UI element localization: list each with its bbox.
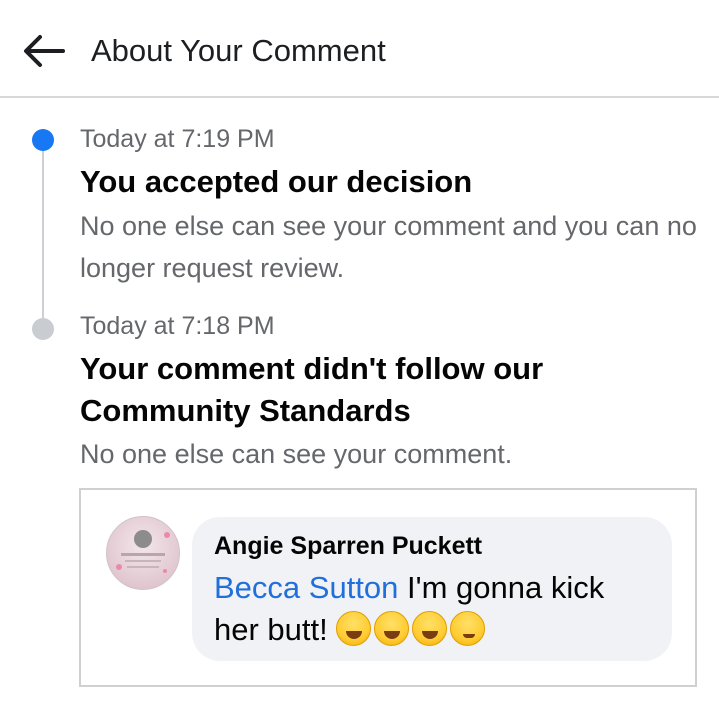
avatar [106,516,180,590]
winking-face-icon [450,611,486,646]
grinning-face-with-sweat-icon [412,611,448,646]
timeline-dot-active [32,129,54,151]
comment-bubble: Angie Sparren Puckett Becca Sutton I'm g… [192,517,672,661]
face-with-tears-of-joy-icon [336,611,372,646]
avatar-image-icon [116,530,170,573]
emoji-group [336,611,486,646]
event-timestamp: Today at 7:18 PM [80,312,275,340]
event-description: No one else can see your comment. [80,439,513,469]
mention-link[interactable]: Becca Sutton [214,570,398,605]
event-title: Your comment didn't follow our Community… [80,351,544,428]
event-description: No one else can see your comment and you… [80,211,697,283]
page-title: About Your Comment [91,33,386,68]
comment-author[interactable]: Angie Sparren Puckett [214,529,482,563]
back-button[interactable] [18,28,68,74]
event-timestamp: Today at 7:19 PM [80,125,275,153]
timeline-dot-past [32,318,54,340]
timeline-connector [42,150,44,318]
event-title: You accepted our decision [80,164,473,199]
app-header: About Your Comment [0,0,719,98]
comment-text: Becca Sutton I'm gonna kick her butt! [214,567,654,651]
comment-preview: Angie Sparren Puckett Becca Sutton I'm g… [79,488,697,687]
grinning-squinting-face-icon [374,611,410,646]
arrow-left-icon [24,35,65,67]
